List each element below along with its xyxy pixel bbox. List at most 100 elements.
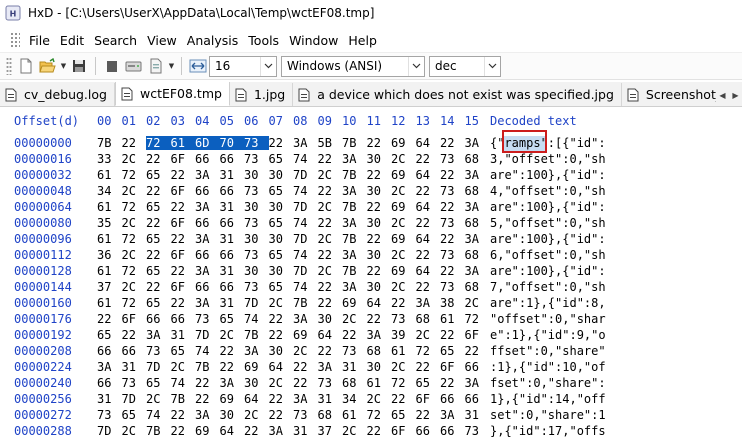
- hex-byte[interactable]: 74: [146, 408, 166, 422]
- hex-byte[interactable]: 74: [244, 312, 264, 326]
- hex-byte[interactable]: 66: [465, 360, 485, 374]
- disk-editor-button[interactable]: [124, 56, 144, 76]
- hex-byte[interactable]: 65: [269, 280, 289, 294]
- hex-byte[interactable]: 7B: [195, 360, 215, 374]
- hex-byte[interactable]: 36: [97, 248, 117, 262]
- hex-byte[interactable]: 31: [220, 200, 240, 214]
- hex-byte[interactable]: 7B: [342, 232, 362, 246]
- hex-byte[interactable]: 72: [391, 376, 411, 390]
- hex-byte[interactable]: 65: [269, 184, 289, 198]
- hex-byte[interactable]: 66: [465, 392, 485, 406]
- hex-byte[interactable]: 73: [244, 248, 264, 262]
- hex-byte[interactable]: 22: [416, 216, 436, 230]
- hex-byte[interactable]: 22: [440, 376, 460, 390]
- hex-byte[interactable]: 65: [269, 216, 289, 230]
- hex-byte[interactable]: 61: [97, 296, 117, 310]
- hex-byte[interactable]: 22: [440, 168, 460, 182]
- hex-byte[interactable]: 3A: [465, 136, 485, 150]
- hex-byte[interactable]: 3A: [146, 328, 166, 342]
- hex-byte[interactable]: 30: [244, 264, 264, 278]
- hex-byte[interactable]: 31: [220, 264, 240, 278]
- hex-byte[interactable]: 66: [220, 280, 240, 294]
- hex-byte[interactable]: 22: [391, 392, 411, 406]
- save-button[interactable]: [69, 56, 89, 76]
- hex-byte[interactable]: 74: [171, 376, 191, 390]
- hex-byte[interactable]: 61: [367, 376, 387, 390]
- hex-byte[interactable]: 2C: [318, 200, 338, 214]
- hex-byte[interactable]: 22: [318, 344, 338, 358]
- new-file-button[interactable]: [16, 56, 36, 76]
- hex-byte[interactable]: 66: [416, 424, 436, 438]
- hex-byte[interactable]: 64: [416, 264, 436, 278]
- hex-byte[interactable]: 7B: [342, 200, 362, 214]
- hex-byte[interactable]: 73: [318, 376, 338, 390]
- hex-byte[interactable]: 22: [367, 312, 387, 326]
- hex-byte[interactable]: 2C: [342, 312, 362, 326]
- hex-byte[interactable]: 30: [367, 280, 387, 294]
- hex-byte[interactable]: 22: [146, 216, 166, 230]
- hex-byte[interactable]: 22: [220, 360, 240, 374]
- menu-view[interactable]: View: [142, 33, 182, 48]
- hex-byte[interactable]: 70: [219, 136, 244, 150]
- hex-byte[interactable]: 2C: [293, 344, 313, 358]
- hex-byte[interactable]: 2C: [367, 392, 387, 406]
- tab-scroll-left-icon[interactable]: ◀: [719, 91, 725, 100]
- hex-editor-view[interactable]: Offset(d) 00 01 02 03 04 05 06 07 08 09 10 11 12 13 14…: [0, 108, 742, 440]
- hex-byte[interactable]: 22: [416, 280, 436, 294]
- hex-byte[interactable]: 22: [171, 296, 191, 310]
- hex-byte[interactable]: 3A: [293, 136, 313, 150]
- decoded-text[interactable]: 6,"offset":0,"sh: [490, 248, 606, 262]
- hex-byte[interactable]: 22: [440, 136, 460, 150]
- hex-byte[interactable]: 65: [269, 152, 289, 166]
- hex-byte[interactable]: 2C: [416, 328, 436, 342]
- hex-byte[interactable]: 64: [416, 232, 436, 246]
- hex-byte[interactable]: 22: [146, 184, 166, 198]
- hex-byte[interactable]: 66: [220, 152, 240, 166]
- hex-byte[interactable]: 68: [465, 216, 485, 230]
- hex-byte[interactable]: 22: [342, 328, 362, 342]
- decoded-text[interactable]: are":100},{"id":: [490, 264, 606, 278]
- hex-byte[interactable]: 66: [195, 280, 215, 294]
- menu-window[interactable]: Window: [284, 33, 343, 48]
- hex-byte[interactable]: 3A: [342, 152, 362, 166]
- hex-byte[interactable]: 74: [293, 216, 313, 230]
- hex-byte[interactable]: 7B: [342, 136, 362, 150]
- hex-byte[interactable]: 2C: [122, 280, 142, 294]
- hex-byte[interactable]: 30: [269, 344, 289, 358]
- hex-byte[interactable]: 3A: [269, 424, 289, 438]
- hex-byte[interactable]: 22: [440, 200, 460, 214]
- hex-byte[interactable]: 2C: [318, 232, 338, 246]
- hex-byte[interactable]: 73: [244, 136, 269, 150]
- hex-byte[interactable]: 22: [171, 424, 191, 438]
- hex-byte[interactable]: 7D: [293, 264, 313, 278]
- hex-byte[interactable]: 74: [293, 184, 313, 198]
- hex-byte[interactable]: 65: [146, 296, 166, 310]
- hex-byte[interactable]: 31: [465, 408, 485, 422]
- hex-byte[interactable]: 61: [97, 168, 117, 182]
- hex-byte[interactable]: 73: [293, 408, 313, 422]
- hex-byte[interactable]: 73: [440, 184, 460, 198]
- hex-byte[interactable]: 66: [195, 216, 215, 230]
- hex-byte[interactable]: 22: [440, 328, 460, 342]
- hex-byte[interactable]: 69: [391, 232, 411, 246]
- hex-byte[interactable]: 2C: [122, 152, 142, 166]
- hex-byte[interactable]: 7B: [146, 424, 166, 438]
- hex-byte[interactable]: 2C: [465, 296, 485, 310]
- hex-byte[interactable]: 72: [416, 344, 436, 358]
- hex-byte[interactable]: 3A: [440, 408, 460, 422]
- hex-byte[interactable]: 22: [440, 264, 460, 278]
- hex-byte[interactable]: 3A: [195, 200, 215, 214]
- hex-byte[interactable]: 61: [440, 312, 460, 326]
- hex-byte[interactable]: 22: [171, 264, 191, 278]
- open-dropdown-arrow[interactable]: ▼: [59, 56, 68, 76]
- hex-byte[interactable]: 65: [146, 200, 166, 214]
- hex-byte[interactable]: 2C: [244, 408, 264, 422]
- hex-byte[interactable]: 66: [146, 312, 166, 326]
- hex-byte[interactable]: 6F: [391, 424, 411, 438]
- menu-search[interactable]: Search: [89, 33, 142, 48]
- hex-byte[interactable]: 61: [97, 232, 117, 246]
- decoded-text[interactable]: e":1},{"id":9,"o: [490, 328, 606, 342]
- hex-byte[interactable]: 30: [367, 152, 387, 166]
- hex-byte[interactable]: 22: [171, 232, 191, 246]
- hex-byte[interactable]: 22: [171, 200, 191, 214]
